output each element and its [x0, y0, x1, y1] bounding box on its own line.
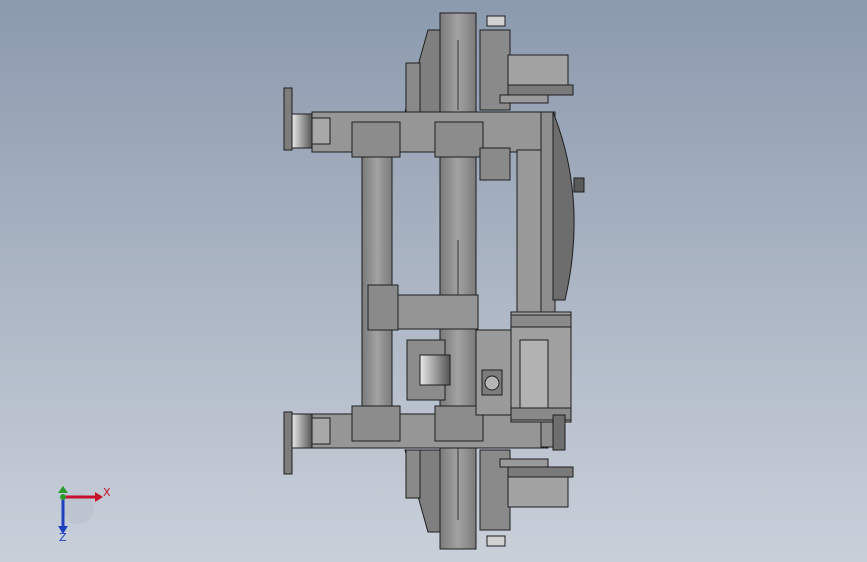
y-axis-arrowhead [58, 486, 68, 493]
motor-shaft [419, 354, 451, 386]
upper-handwheel-hub [291, 113, 313, 149]
upper-gear-arm [507, 54, 569, 88]
lower-right-disc [552, 414, 566, 451]
upper-carriage [479, 147, 511, 181]
lower-collar [311, 417, 331, 445]
left-vertical-post [361, 152, 393, 412]
slider-inner [519, 339, 549, 411]
model-view[interactable] [0, 0, 867, 562]
x-axis-arrowhead [95, 492, 103, 502]
axis-triad [58, 486, 103, 534]
cam-wheel [484, 375, 500, 391]
upper-small-plate [405, 62, 421, 114]
graphics-viewport[interactable] [0, 0, 867, 562]
lower-gear-bar [499, 458, 549, 468]
lower-gear-arm [507, 474, 569, 508]
slider-bracket-top [510, 314, 572, 328]
right-disc [552, 111, 575, 301]
upper-handwheel-plate [283, 87, 293, 151]
upper-gear-bar [499, 94, 549, 104]
lower-handwheel-hub [291, 413, 313, 449]
lower-small-plate [405, 449, 421, 499]
upper-horizontal-beam [311, 111, 549, 153]
upper-pin-top [486, 15, 506, 27]
upper-collar [311, 117, 331, 145]
upper-right-clamp [434, 121, 484, 158]
lower-handwheel-plate [283, 411, 293, 475]
assembly [283, 12, 585, 550]
lower-gear-foot [507, 466, 574, 478]
upper-gear-foot [507, 84, 574, 96]
disc-knob [573, 177, 585, 193]
lower-pin-bottom [486, 535, 506, 547]
lower-left-clamp [351, 405, 401, 442]
x-axis-label: X [103, 486, 111, 499]
upper-left-clamp [351, 121, 401, 158]
middle-clamp [367, 284, 399, 331]
triad-origin [60, 494, 66, 500]
z-axis-label: Z [59, 531, 67, 544]
